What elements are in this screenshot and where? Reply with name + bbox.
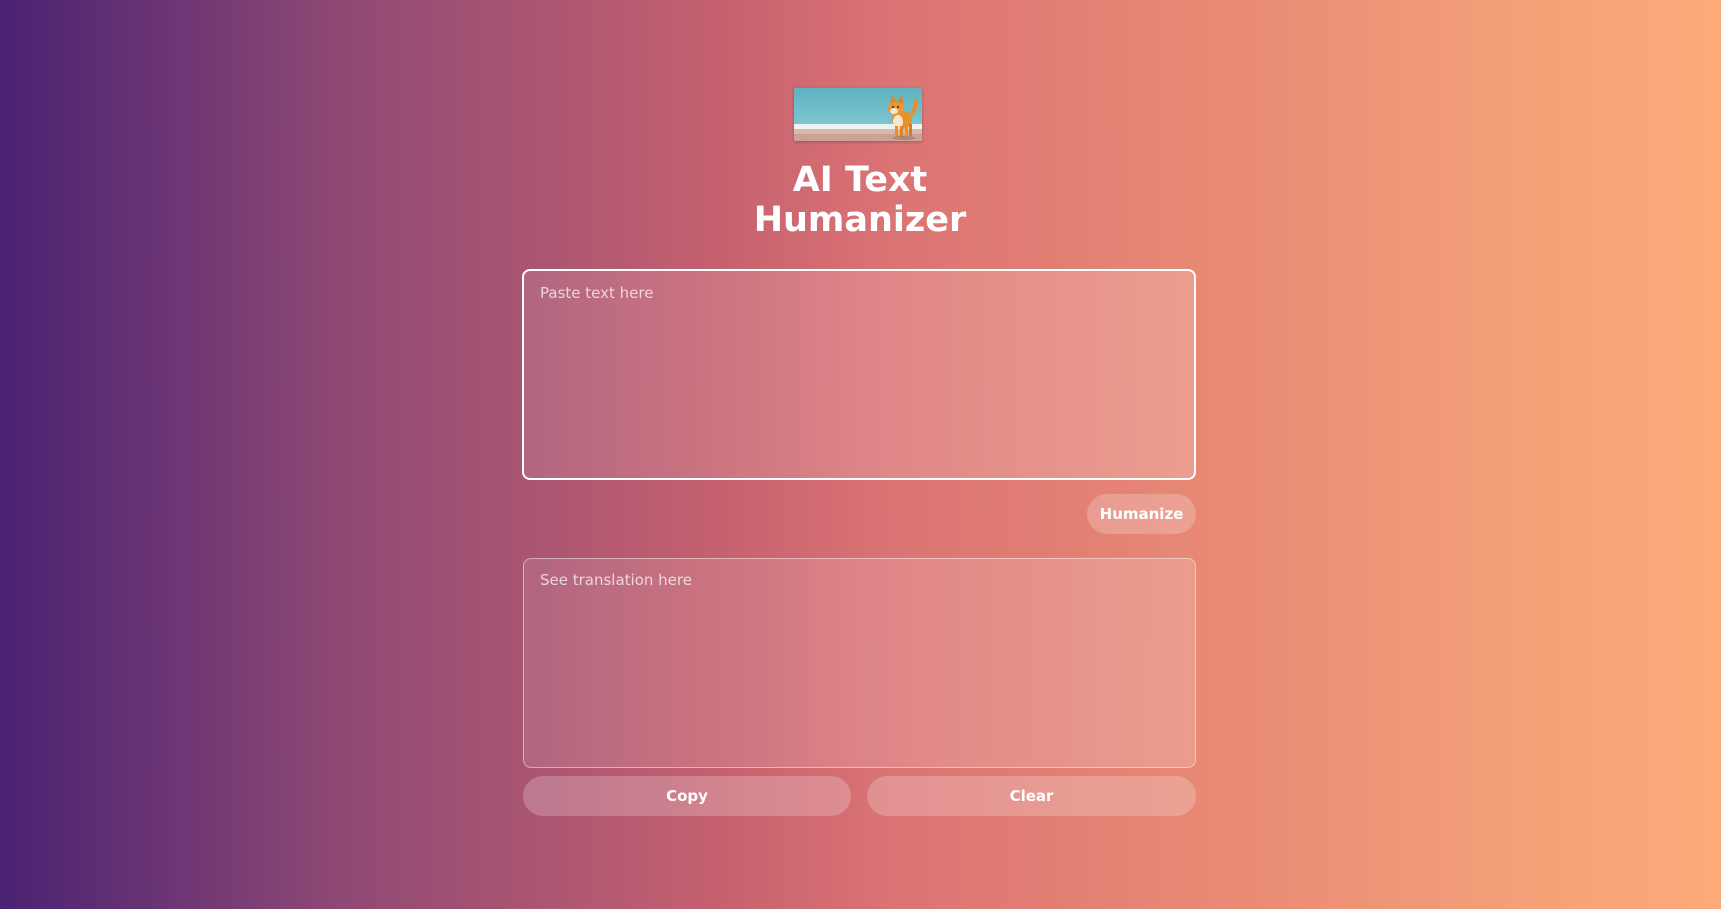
input-textarea[interactable] <box>522 269 1196 480</box>
copy-button[interactable]: Copy <box>523 776 851 816</box>
page-title-line1: AI Text <box>792 160 928 200</box>
page-title-line2: Humanizer <box>753 200 967 240</box>
humanize-button[interactable]: Humanize <box>1087 494 1196 534</box>
logo-image <box>794 88 922 141</box>
app-container: AI Text Humanizer Humanize Copy Clear <box>0 0 1721 909</box>
page-title: AI Text Humanizer <box>660 160 1060 240</box>
clear-button[interactable]: Clear <box>867 776 1196 816</box>
output-textarea[interactable] <box>523 558 1196 768</box>
shiba-dog-icon <box>794 88 922 141</box>
